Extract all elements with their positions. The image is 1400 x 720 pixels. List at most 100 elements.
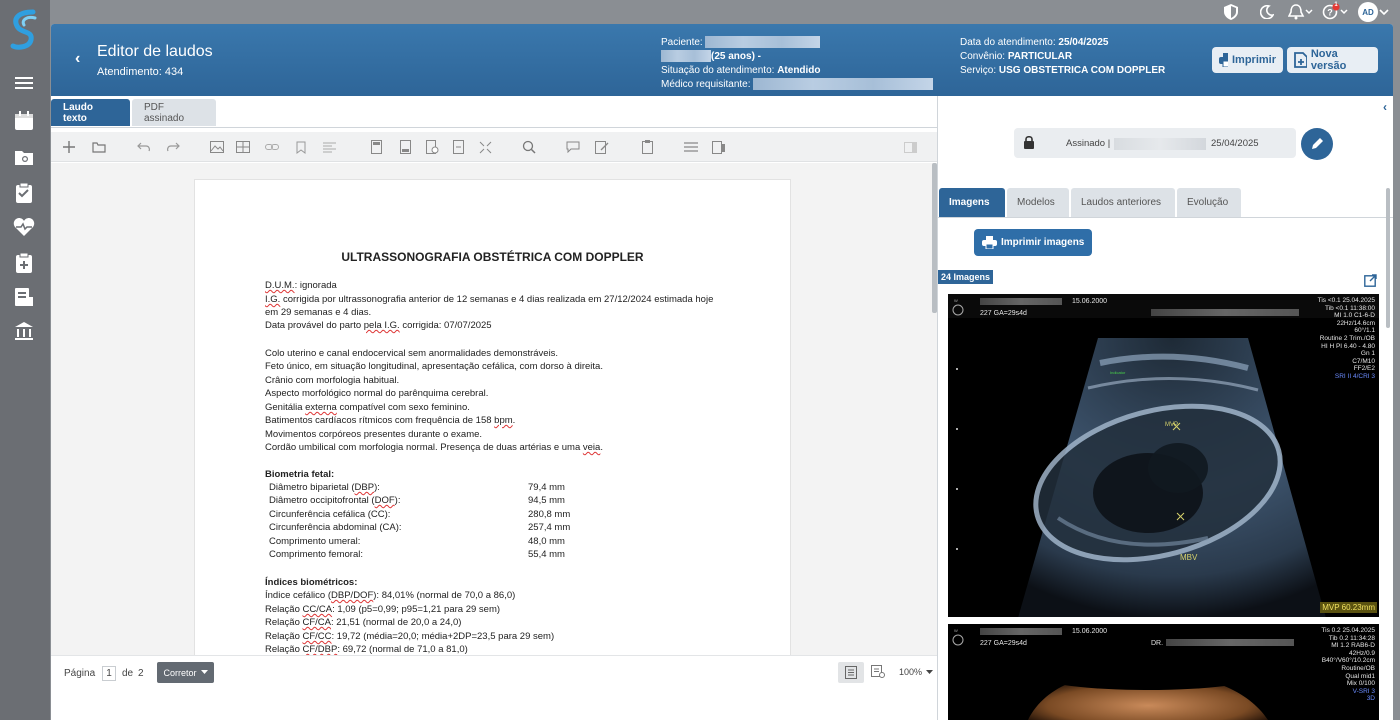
lock-icon: [1024, 136, 1034, 149]
print-layout-view-icon[interactable]: [838, 662, 864, 683]
biometry-label: Circunferência abdominal (CA):: [269, 522, 402, 533]
paragraph-icon[interactable]: [319, 137, 339, 157]
biometry-value: 94,5 mm: [528, 495, 565, 506]
web-layout-view-icon[interactable]: [871, 665, 885, 681]
clipboard-icon[interactable]: [637, 137, 657, 157]
folder-search-icon[interactable]: [11, 146, 37, 168]
page-number-input[interactable]: 1: [102, 666, 116, 681]
svg-text:?: ?: [1327, 8, 1333, 18]
zoom-dropdown[interactable]: 100%: [899, 667, 934, 677]
tab-imagens[interactable]: Imagens: [939, 188, 1005, 217]
image-date: 15.06.2000: [1072, 628, 1108, 635]
redacted-patient-surname: [661, 50, 711, 63]
heart-pulse-icon[interactable]: [11, 216, 37, 238]
new-version-button[interactable]: Nova versão: [1287, 47, 1378, 73]
shield-icon[interactable]: [1224, 2, 1238, 22]
margins-icon[interactable]: [475, 137, 495, 157]
institution-icon[interactable]: [11, 320, 37, 342]
svg-text:Indicator: Indicator: [1110, 370, 1126, 375]
app-logo-icon[interactable]: [9, 8, 39, 52]
sidebar-toggle-icon[interactable]: [900, 137, 920, 157]
images-count-badge: 24 Imagens: [938, 270, 994, 284]
due-date-line: Data provável do parto pela I.G. corrigi…: [265, 320, 492, 331]
caret-down-icon: [926, 669, 934, 674]
redacted-doctor-name: [753, 78, 934, 91]
finding-line: Aspecto morfológico normal do parênquima…: [265, 388, 489, 399]
document-viewport[interactable]: ULTRASSONOGRAFIA OBSTÉTRICA COM DOPPLER …: [51, 163, 937, 655]
patient-info: Paciente: (25 anos) - Situação do atendi…: [661, 36, 934, 92]
print-button[interactable]: Imprimir: [1212, 47, 1283, 73]
finding-line: Feto único, em situação longitudinal, ap…: [265, 361, 603, 372]
undo-icon[interactable]: [134, 137, 154, 157]
tab-laudos-anteriores[interactable]: Laudos anteriores: [1071, 188, 1175, 217]
index-line: Relação CF/CA: 21,51 (normal de 20,0 a 2…: [265, 617, 462, 628]
print-images-button[interactable]: Imprimir imagens: [974, 229, 1093, 256]
open-external-icon[interactable]: [1364, 274, 1377, 290]
tab-evolucao[interactable]: Evolução: [1177, 188, 1241, 217]
redo-icon[interactable]: [163, 137, 183, 157]
insert-image-icon[interactable]: [207, 137, 227, 157]
spellcheck-dropdown[interactable]: Corretor: [157, 662, 214, 683]
notifications-bell-icon[interactable]: [1288, 2, 1314, 22]
signed-date: 25/04/2025: [1211, 138, 1259, 149]
biometry-label: Circunferência cefálica (CC):: [269, 509, 391, 520]
document-page[interactable]: ULTRASSONOGRAFIA OBSTÉTRICA COM DOPPLER …: [194, 179, 791, 655]
svg-text:W: W: [954, 628, 958, 633]
redacted-patient-id: [980, 298, 1062, 305]
comment-icon[interactable]: [563, 137, 583, 157]
columns-icon[interactable]: [681, 137, 701, 157]
ultrasound-image-1[interactable]: W 15.06.2000 227 GA=29s4d Tis <0.1 25.04…: [948, 294, 1379, 617]
dum-line: D.U.M.: ignorada: [265, 280, 337, 291]
clipboard-check-icon[interactable]: [11, 182, 37, 204]
medical-clipboard-icon[interactable]: [11, 252, 37, 274]
add-icon[interactable]: [59, 137, 79, 157]
tab-pdf-assinado[interactable]: PDF assinado: [132, 99, 216, 126]
ultrasound-image-2[interactable]: W 15.06.2000 227 GA=29s4d DR. Tis 0.2 25…: [948, 624, 1379, 720]
back-arrow-icon[interactable]: ‹: [75, 50, 80, 68]
redacted-patient-id: [980, 628, 1062, 635]
editor-toolbar: [51, 132, 937, 162]
tab-laudo-texto[interactable]: Laudo texto: [51, 99, 130, 126]
search-icon[interactable]: [519, 137, 539, 157]
document-line: em 29 semanas e 4 dias.: [265, 307, 372, 318]
link-icon[interactable]: [262, 137, 282, 157]
report-icon[interactable]: [11, 286, 37, 308]
mvp-label: MVP: [1165, 422, 1179, 428]
svg-text:W: W: [954, 298, 958, 303]
finding-line: Movimentos corpóreos presentes durante o…: [265, 429, 483, 440]
biometry-title: Biometria fetal:: [265, 469, 335, 480]
attendance-number: Atendimento: 434: [97, 66, 184, 78]
page-footer-icon[interactable]: [395, 137, 415, 157]
page-title: Editor de laudos: [97, 43, 213, 60]
avatar: AD: [1358, 2, 1378, 22]
bookmark-icon[interactable]: [291, 137, 311, 157]
device-logo-icon: W: [952, 298, 964, 316]
calendar-icon[interactable]: [11, 110, 37, 132]
user-menu[interactable]: AD: [1358, 2, 1390, 22]
gallery-scrollbar[interactable]: [1386, 188, 1390, 328]
moon-icon[interactable]: [1260, 2, 1274, 22]
page-label: Página: [64, 668, 96, 679]
page-of-label: de: [122, 668, 134, 679]
finding-line: Cordão umbilical com morfologia normal. …: [265, 442, 603, 453]
document-settings-icon[interactable]: [709, 137, 729, 157]
menu-icon[interactable]: [11, 72, 37, 94]
image-doctor-label: DR.: [1151, 640, 1164, 647]
image-gestational-age: 227 GA=29s4d: [980, 310, 1027, 317]
help-icon[interactable]: ? 1: [1322, 2, 1350, 22]
collapse-panel-icon[interactable]: ‹: [1383, 100, 1387, 114]
index-line: Relação CF/DBP: 69,72 (normal de 71,0 a …: [265, 644, 468, 655]
help-badge: 1: [1334, 2, 1338, 8]
track-changes-icon[interactable]: [592, 137, 612, 157]
device-logo-icon: W: [952, 628, 964, 646]
status-value: Atendido: [777, 65, 821, 76]
edit-signature-button[interactable]: [1301, 128, 1333, 160]
open-folder-icon[interactable]: [89, 137, 109, 157]
tab-modelos[interactable]: Modelos: [1007, 188, 1069, 217]
mbv-label: MBV: [1180, 553, 1198, 562]
page-settings-icon[interactable]: [422, 137, 442, 157]
page-header-icon[interactable]: [366, 137, 386, 157]
insert-table-icon[interactable]: [233, 137, 253, 157]
signed-label: Assinado |: [1066, 138, 1111, 149]
page-break-icon[interactable]: [448, 137, 468, 157]
